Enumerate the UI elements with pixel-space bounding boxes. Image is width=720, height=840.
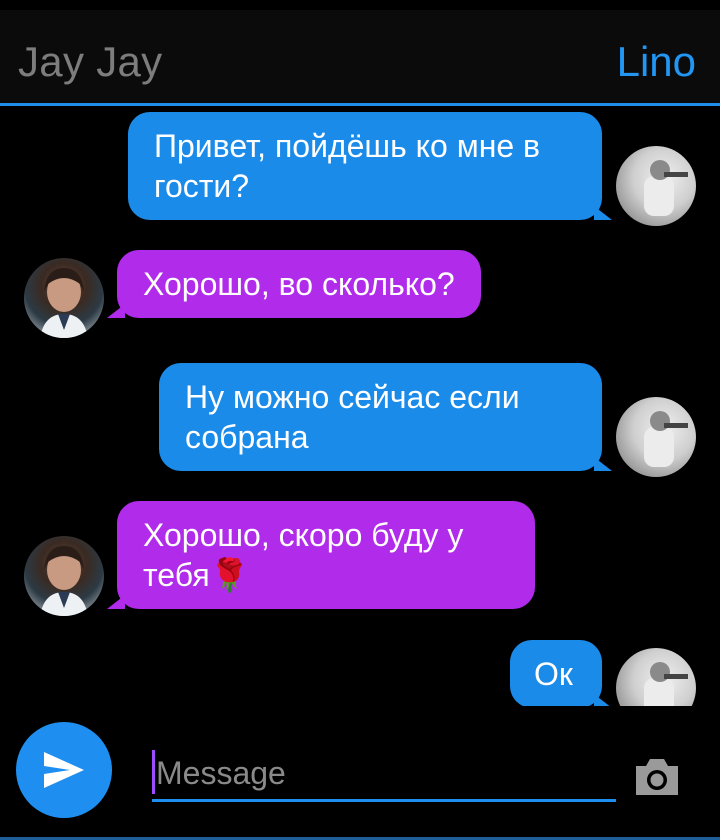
avatar-lino[interactable]: [616, 648, 696, 706]
contact-name[interactable]: Jay Jay: [18, 38, 163, 86]
avatar-jay-jay[interactable]: [24, 258, 104, 338]
message-bubble-incoming[interactable]: Хорошо, скоро буду у тебя🌹: [107, 501, 535, 609]
camera-icon: [636, 759, 678, 795]
avatar-lino[interactable]: [616, 146, 696, 226]
message-bubble-outgoing[interactable]: Привет, пойдёшь ко мне в гости?: [128, 112, 612, 220]
message-bubble-incoming[interactable]: Хорошо, во сколько?: [107, 250, 481, 318]
message-input[interactable]: [152, 742, 616, 802]
message-text: Хорошо, скоро буду у тебя🌹: [143, 517, 464, 593]
send-icon: [44, 752, 84, 788]
avatar-jay-jay[interactable]: [24, 536, 104, 616]
message-list[interactable]: Привет, пойдёшь ко мне в гости? Хорошо, …: [0, 106, 720, 706]
user-name[interactable]: Lino: [617, 38, 696, 86]
chat-header: Jay Jay Lino: [0, 10, 720, 106]
message-bubble-outgoing[interactable]: Ну можно сейчас если собрана: [159, 363, 612, 471]
text-cursor: [152, 750, 155, 794]
message-text: Ну можно сейчас если собрана: [185, 379, 520, 455]
message-bubble-outgoing[interactable]: Ок: [510, 640, 612, 706]
message-composer: [0, 706, 720, 840]
avatar-lino[interactable]: [616, 397, 696, 477]
message-text: Ок: [534, 656, 573, 692]
send-button[interactable]: [16, 722, 112, 818]
camera-button[interactable]: [632, 756, 682, 798]
message-text: Привет, пойдёшь ко мне в гости?: [154, 128, 541, 204]
message-text: Хорошо, во сколько?: [143, 266, 455, 302]
